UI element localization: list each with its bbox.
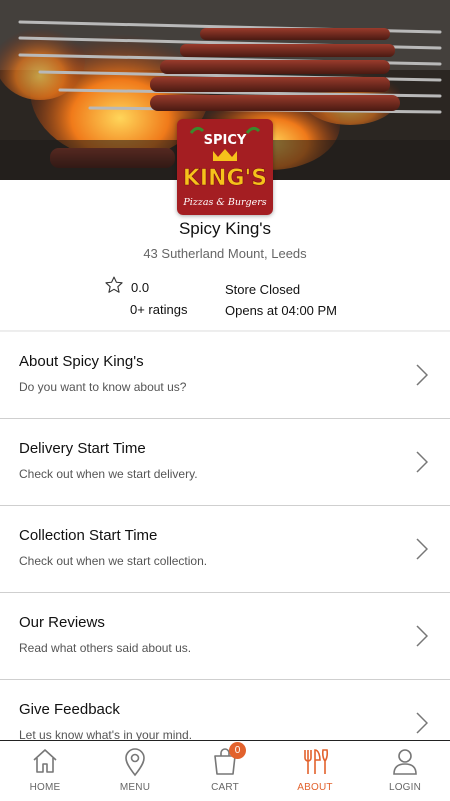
list-item-subtitle: Read what others said about us. xyxy=(19,641,192,655)
list-item-title: Collection Start Time xyxy=(19,527,158,544)
nav-label: ABOUT xyxy=(297,782,333,793)
nav-cart[interactable]: CART xyxy=(180,741,270,801)
logo-line1: SPICY xyxy=(204,133,247,148)
list-item-about[interactable]: About Spicy King's Do you want to know a… xyxy=(0,332,450,419)
opening-time: Opens at 04:00 PM xyxy=(225,303,338,318)
home-icon xyxy=(33,749,57,773)
bottom-navigation: HOME MENU CART ABOUT LOGIN xyxy=(0,740,450,801)
list-item-title: Give Feedback xyxy=(19,701,120,718)
chevron-right-icon xyxy=(416,712,428,734)
list-item-subtitle: Do you want to know about us? xyxy=(19,380,187,394)
logo-line3: Pizzas & Burgers xyxy=(182,197,266,208)
star-icon xyxy=(105,276,123,293)
restaurant-cutlery-icon xyxy=(304,749,329,774)
chevron-right-icon xyxy=(416,625,428,647)
nav-label: MENU xyxy=(119,782,151,793)
chevron-right-icon xyxy=(416,451,428,473)
list-item-reviews[interactable]: Our Reviews Read what others said about … xyxy=(0,593,450,680)
logo-line2: KING'S xyxy=(183,166,267,191)
rating-value: 0.0 xyxy=(131,280,150,295)
chevron-right-icon xyxy=(416,364,428,386)
cart-count-badge: 0 xyxy=(229,742,246,759)
list-item-subtitle: Check out when we start collection. xyxy=(19,554,208,568)
nav-about[interactable]: ABOUT xyxy=(270,741,360,801)
about-menu-list: About Spicy King's Do you want to know a… xyxy=(0,332,450,767)
store-status-block: Store Closed Opens at 04:00 PM xyxy=(225,279,337,321)
user-icon xyxy=(393,749,417,775)
store-name: Spicy King's xyxy=(178,219,272,238)
nav-label: LOGIN xyxy=(388,782,422,793)
nav-login[interactable]: LOGIN xyxy=(360,741,450,801)
nav-label: CART xyxy=(211,782,239,793)
list-item-subtitle: Check out when we start delivery. xyxy=(19,467,198,481)
list-item-title: Delivery Start Time xyxy=(19,440,146,457)
nav-home[interactable]: HOME xyxy=(0,741,90,801)
nav-menu[interactable]: MENU xyxy=(90,741,180,801)
ratings-count: 0+ ratings xyxy=(130,302,188,317)
nav-label: HOME xyxy=(29,782,61,793)
list-item-delivery-start-time[interactable]: Delivery Start Time Check out when we st… xyxy=(0,419,450,506)
chevron-right-icon xyxy=(416,538,428,560)
location-pin-icon xyxy=(125,748,145,777)
store-status: Store Closed xyxy=(225,282,301,297)
list-item-collection-start-time[interactable]: Collection Start Time Check out when we … xyxy=(0,506,450,593)
store-address: 43 Sutherland Mount, Leeds xyxy=(143,246,307,261)
store-logo: SPICY KING'S Pizzas & Burgers xyxy=(177,119,273,215)
rating-block: 0.0 0+ ratings xyxy=(104,275,214,325)
list-item-title: About Spicy King's xyxy=(19,353,144,370)
list-item-title: Our Reviews xyxy=(19,614,105,631)
